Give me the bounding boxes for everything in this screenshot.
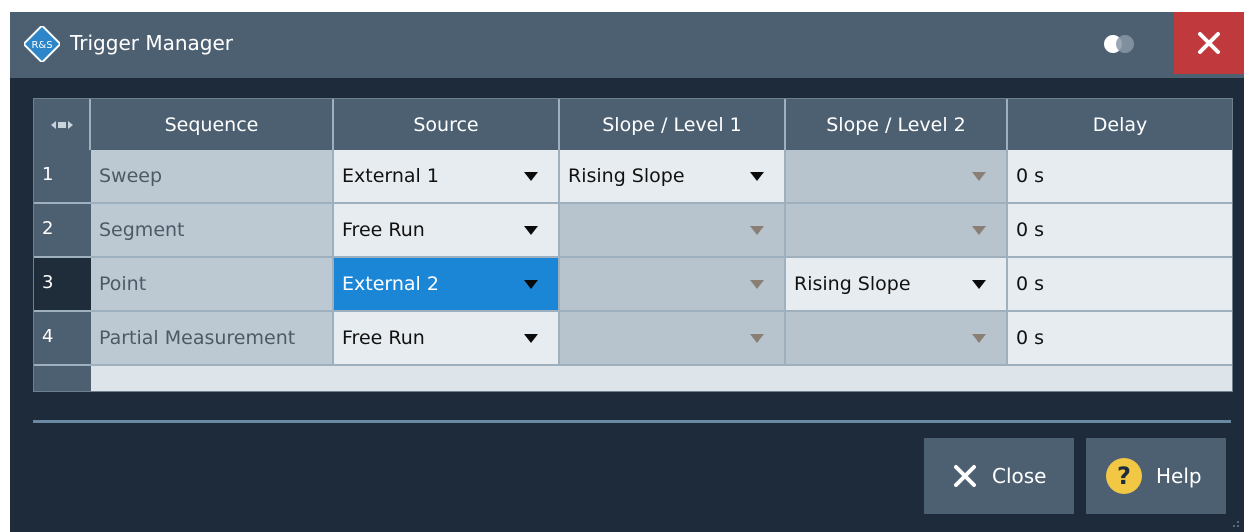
title-bar: R&S Trigger Manager — [10, 12, 1244, 78]
trigger-table: Sequence Source Slope / Level 1 Slope / … — [33, 98, 1233, 392]
expand-columns-icon[interactable] — [34, 99, 91, 150]
source-value: Free Run — [342, 327, 425, 349]
row-number-4[interactable]: 4 — [34, 312, 91, 366]
dropdown-arrow-icon — [524, 226, 538, 235]
help-button-label: Help — [1156, 464, 1202, 488]
slope-level-1-value: Rising Slope — [568, 165, 685, 187]
source-dropdown[interactable]: Free Run — [334, 312, 560, 366]
row-number-1[interactable]: 1 — [34, 150, 91, 204]
close-button[interactable]: Close — [924, 438, 1074, 514]
resize-grip-icon[interactable] — [1230, 518, 1240, 528]
sequence-cell: Partial Measurement — [91, 312, 334, 366]
row-number-3[interactable]: 3 — [34, 258, 91, 312]
trigger-manager-dialog: R&S Trigger Manager Sequence Source Slop… — [10, 12, 1244, 532]
source-dropdown[interactable]: Free Run — [334, 204, 560, 258]
source-dropdown[interactable]: External 1 — [334, 150, 560, 204]
slope-level-2-dropdown — [786, 312, 1008, 366]
dropdown-arrow-icon — [524, 334, 538, 343]
dropdown-arrow-icon — [750, 226, 764, 235]
slope-level-2-dropdown — [786, 204, 1008, 258]
header-delay: Delay — [1008, 99, 1232, 150]
divider — [33, 420, 1231, 423]
row-number-2[interactable]: 2 — [34, 204, 91, 258]
source-value: External 2 — [342, 273, 439, 295]
dropdown-arrow-icon — [750, 172, 764, 181]
help-icon: ? — [1106, 458, 1142, 494]
slope-level-1-dropdown — [560, 258, 786, 312]
header-slope-level-1: Slope / Level 1 — [560, 99, 786, 150]
delay-field[interactable]: 0 s — [1008, 150, 1232, 204]
dropdown-arrow-icon — [524, 280, 538, 289]
dropdown-arrow-icon — [972, 334, 986, 343]
dropdown-arrow-icon — [972, 172, 986, 181]
dropdown-arrow-icon — [972, 280, 986, 289]
sequence-cell: Point — [91, 258, 334, 312]
close-icon — [952, 463, 978, 489]
empty-row-header — [34, 366, 91, 391]
rs-logo-icon: R&S — [24, 26, 60, 62]
source-dropdown[interactable]: External 2 — [334, 258, 560, 312]
slope-level-2-dropdown[interactable]: Rising Slope — [786, 258, 1008, 312]
dropdown-arrow-icon — [524, 172, 538, 181]
slope-level-2-dropdown — [786, 150, 1008, 204]
source-value: External 1 — [342, 165, 439, 187]
sequence-cell: Sweep — [91, 150, 334, 204]
header-source: Source — [334, 99, 560, 150]
sequence-cell: Segment — [91, 204, 334, 258]
window-title: Trigger Manager — [70, 31, 233, 55]
dropdown-arrow-icon — [972, 226, 986, 235]
delay-field[interactable]: 0 s — [1008, 312, 1232, 366]
slope-level-1-dropdown[interactable]: Rising Slope — [560, 150, 786, 204]
source-value: Free Run — [342, 219, 425, 241]
help-button[interactable]: ? Help — [1086, 438, 1226, 514]
delay-field[interactable]: 0 s — [1008, 204, 1232, 258]
close-button-label: Close — [992, 464, 1047, 488]
dropdown-arrow-icon — [750, 280, 764, 289]
close-icon — [1198, 32, 1220, 54]
toggle-icon[interactable] — [1104, 35, 1134, 53]
dropdown-arrow-icon — [750, 334, 764, 343]
slope-level-1-dropdown — [560, 312, 786, 366]
close-window-button[interactable] — [1174, 12, 1244, 74]
delay-field[interactable]: 0 s — [1008, 258, 1232, 312]
slope-level-2-value: Rising Slope — [794, 273, 911, 295]
slope-level-1-dropdown — [560, 204, 786, 258]
svg-text:R&S: R&S — [31, 40, 52, 51]
header-sequence: Sequence — [91, 99, 334, 150]
header-slope-level-2: Slope / Level 2 — [786, 99, 1008, 150]
